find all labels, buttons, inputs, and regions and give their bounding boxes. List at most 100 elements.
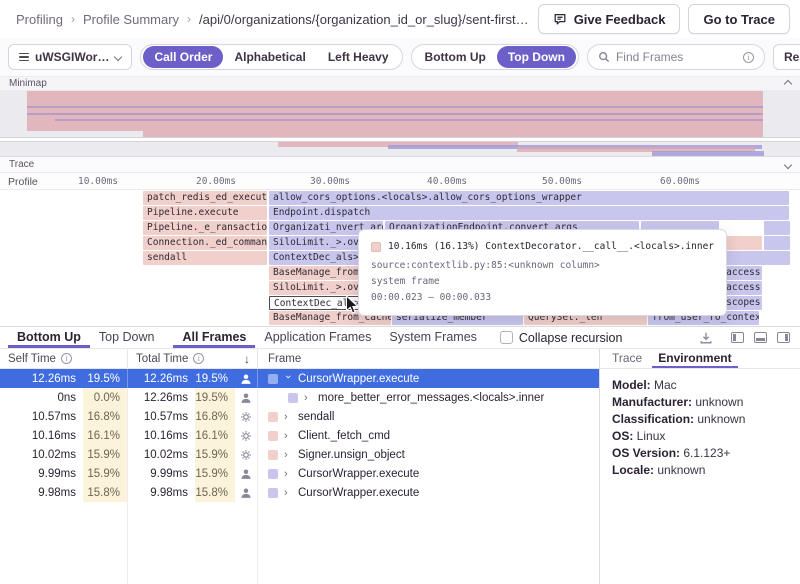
flame-frame[interactable]: BaseManage_from_c xyxy=(269,266,359,280)
self-time-column-header[interactable]: Self Timei xyxy=(0,349,128,368)
time-axis: Profile 10.00ms20.00ms30.00ms40.00ms50.0… xyxy=(0,173,800,190)
sort-left-heavy-button[interactable]: Left Heavy xyxy=(317,46,400,68)
expand-chevron-icon[interactable]: › xyxy=(284,430,292,442)
minimap-label: Minimap xyxy=(9,78,47,89)
flame-frame[interactable]: Pipeline.execute xyxy=(143,206,267,220)
tooltip-source: source:contextlib.py:85:<unknown column> xyxy=(371,258,714,274)
environment-field: OS Version: 6.1.123+ xyxy=(612,445,788,462)
frame-column-header[interactable]: Frame xyxy=(258,353,599,365)
flame-frame[interactable]: Connection._ed_command xyxy=(143,236,267,250)
details-tabs: Trace Environment xyxy=(600,349,800,369)
expand-chevron-icon[interactable]: › xyxy=(284,449,292,461)
flame-frame[interactable]: patch_redis_ed_execute xyxy=(143,191,267,205)
frame-cell: ›CursorWrapper.execute xyxy=(258,464,599,483)
total-time-cell: 10.57ms16.8% xyxy=(128,407,258,426)
axis-tick-label: 50.00ms xyxy=(542,176,582,187)
total-time-cell: 10.02ms15.9% xyxy=(128,445,258,464)
tab-environment[interactable]: Environment xyxy=(652,349,737,368)
flame-frame[interactable]: Endpoint.dispatch xyxy=(269,206,789,220)
table-row[interactable]: 10.57ms16.8%10.57ms16.8%›sendall xyxy=(0,407,599,426)
collapse-trace-chevron-icon[interactable] xyxy=(784,160,792,168)
flame-frame[interactable] xyxy=(764,221,790,235)
give-feedback-label: Give Feedback xyxy=(574,12,666,27)
axis-tick-label: 60.00ms xyxy=(660,176,700,187)
breadcrumb-profiling[interactable]: Profiling xyxy=(16,12,63,27)
flamegraph[interactable]: 10.16ms (16.13%) ContextDecorator.__call… xyxy=(0,190,800,326)
find-frames-input[interactable]: Find Frames i xyxy=(587,44,765,70)
search-info-icon[interactable]: i xyxy=(743,52,754,63)
tooltip-color-swatch xyxy=(371,242,381,252)
collapse-recursion-label: Collapse recursion xyxy=(519,331,623,345)
total-time-column-header[interactable]: Total Timei ↓ xyxy=(128,349,258,368)
user-icon xyxy=(235,373,257,385)
tab-all-frames[interactable]: All Frames xyxy=(173,327,255,348)
flame-frame[interactable]: allow_cors_options.<locals>.allow_cors_o… xyxy=(269,191,789,205)
collapse-recursion-toggle[interactable]: Collapse recursion xyxy=(500,327,623,348)
self-time-cell: 10.02ms15.9% xyxy=(0,445,128,464)
tab-system-frames[interactable]: System Frames xyxy=(380,327,486,348)
expand-chevron-icon[interactable]: › xyxy=(282,375,294,383)
tab-application-frames[interactable]: Application Frames xyxy=(255,327,380,348)
expand-chevron-icon[interactable]: › xyxy=(304,392,312,404)
table-row[interactable]: 0ns0.0%12.26ms19.5%›more_better_error_me… xyxy=(0,388,599,407)
layout-right-icon[interactable] xyxy=(777,332,790,343)
sort-direction-icon[interactable]: ↓ xyxy=(244,352,257,366)
environment-field: Classification: unknown xyxy=(612,411,788,428)
frame-color-swatch xyxy=(268,469,278,479)
table-row[interactable]: 12.26ms19.5%12.26ms19.5%›CursorWrapper.e… xyxy=(0,369,599,388)
tab-trace[interactable]: Trace xyxy=(606,349,648,368)
layout-bottom-icon[interactable] xyxy=(754,332,767,343)
expand-chevron-icon[interactable]: › xyxy=(284,411,292,423)
search-icon xyxy=(598,51,610,63)
table-row[interactable]: 10.16ms16.1%10.16ms16.1%›Client._fetch_c… xyxy=(0,426,599,445)
sort-call-order-button[interactable]: Call Order xyxy=(143,46,223,68)
give-feedback-button[interactable]: Give Feedback xyxy=(538,4,681,34)
frame-cell: ›CursorWrapper.execute xyxy=(258,483,599,502)
flame-frame[interactable]: sendall xyxy=(143,251,267,265)
axis-tick-label: 30.00ms xyxy=(310,176,350,187)
download-icon[interactable] xyxy=(699,331,713,345)
table-row[interactable]: 9.98ms15.8%9.98ms15.8%›CursorWrapper.exe… xyxy=(0,483,599,502)
expand-chevron-icon[interactable]: › xyxy=(284,487,292,499)
environment-field: Locale: unknown xyxy=(612,462,788,479)
go-to-trace-button[interactable]: Go to Trace xyxy=(688,4,790,34)
frame-cell: ›Client._fetch_cmd xyxy=(258,426,599,445)
flame-frame[interactable]: SiloLimit._>.over xyxy=(269,236,359,250)
minimap-block xyxy=(55,119,763,121)
frame-table: Self Timei Total Timei ↓ Frame 12.26ms19… xyxy=(0,349,600,584)
tab-top-down[interactable]: Top Down xyxy=(90,327,164,348)
collapse-recursion-checkbox[interactable] xyxy=(500,331,513,344)
sort-alphabetical-button[interactable]: Alphabetical xyxy=(223,46,316,68)
breadcrumb-profile-summary[interactable]: Profile Summary xyxy=(83,12,179,27)
user-icon xyxy=(235,468,257,480)
top-down-button[interactable]: Top Down xyxy=(497,46,576,68)
table-row[interactable]: 10.02ms15.9%10.02ms15.9%›Signer.unsign_o… xyxy=(0,445,599,464)
flamegraph-toolbar: uWSGIWor… Call Order Alphabetical Left H… xyxy=(0,38,800,76)
user-icon xyxy=(235,487,257,499)
tab-bottom-up[interactable]: Bottom Up xyxy=(8,327,90,348)
self-time-info-icon[interactable]: i xyxy=(61,353,72,364)
environment-details: Model: MacManufacturer: unknownClassific… xyxy=(600,369,800,487)
trace-label: Trace xyxy=(9,159,34,170)
minimap-block xyxy=(27,113,763,115)
minimap-panel: Minimap xyxy=(0,76,800,157)
collapse-minimap-chevron-icon[interactable] xyxy=(784,79,792,87)
bottom-up-button[interactable]: Bottom Up xyxy=(414,46,497,68)
total-time-info-icon[interactable]: i xyxy=(193,353,204,364)
total-time-cell: 10.16ms16.1% xyxy=(128,426,258,445)
axis-tick-label: 10.00ms xyxy=(78,176,118,187)
flame-frame[interactable]: SiloLimit._>.over xyxy=(269,281,359,295)
frame-table-header: Self Timei Total Timei ↓ Frame xyxy=(0,349,599,369)
frame-color-swatch xyxy=(268,488,278,498)
reset-zoom-button[interactable]: Reset Zoom xyxy=(773,44,800,70)
table-row[interactable]: 9.99ms15.9%9.99ms15.9%›CursorWrapper.exe… xyxy=(0,464,599,483)
environment-field: OS: Linux xyxy=(612,428,788,445)
flame-frame[interactable] xyxy=(764,236,790,250)
flame-frame[interactable]: ContextDec_als>.i xyxy=(269,251,359,265)
layout-left-icon[interactable] xyxy=(731,332,744,343)
thread-selector[interactable]: uWSGIWor… xyxy=(8,44,132,70)
expand-chevron-icon[interactable]: › xyxy=(284,468,292,480)
frame-color-swatch xyxy=(288,393,298,403)
flame-frame[interactable]: Pipeline._e_ransaction xyxy=(143,221,267,235)
minimap-content[interactable] xyxy=(0,90,800,157)
